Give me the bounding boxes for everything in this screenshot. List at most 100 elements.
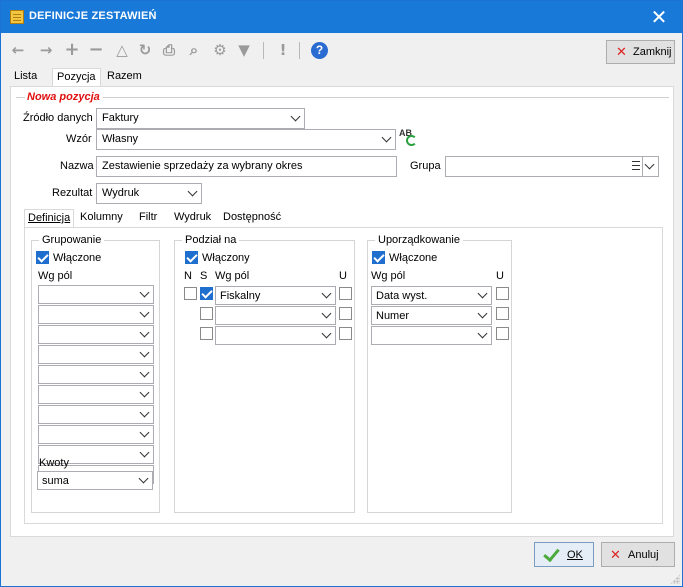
- cancel-button[interactable]: ✕ Anuluj: [601, 542, 675, 567]
- grupowanie-field-select[interactable]: [38, 345, 154, 364]
- chevron-down-icon: [290, 111, 301, 122]
- ok-button[interactable]: OK: [534, 542, 594, 567]
- zrodlo-select[interactable]: Faktury: [96, 108, 305, 129]
- arrow-right-icon[interactable]: →: [37, 42, 55, 58]
- podzial-group: Podział na Włączony N S Wg pól U Fiskaln…: [174, 234, 355, 513]
- section-title: Nowa pozycja: [27, 91, 100, 103]
- filter-icon[interactable]: ▼: [235, 42, 253, 58]
- help-icon[interactable]: ?: [311, 42, 328, 59]
- chevron-down-icon: [139, 307, 150, 318]
- podzial-col-s: S: [200, 270, 208, 282]
- tab-pozycja[interactable]: Pozycja: [52, 68, 101, 87]
- zoom-icon[interactable]: ⌕: [185, 42, 203, 58]
- field-value: Numer: [376, 310, 410, 322]
- podzial-row-s-checkbox[interactable]: [200, 307, 213, 320]
- grupowanie-field-select[interactable]: [38, 365, 154, 384]
- refresh-icon[interactable]: ↻: [136, 42, 154, 58]
- field-value: Fiskalny: [220, 290, 261, 302]
- uporzadkowanie-enabled-checkbox[interactable]: [372, 251, 385, 264]
- chevron-down-icon: [381, 132, 392, 143]
- check-icon: [543, 544, 560, 563]
- podzial-field-select[interactable]: Fiskalny: [215, 286, 336, 305]
- rezultat-select[interactable]: Wydruk: [96, 183, 202, 204]
- print-icon[interactable]: ⎙: [160, 42, 178, 58]
- tab-definicja[interactable]: Definicja: [24, 209, 75, 228]
- podzial-field-select[interactable]: [215, 306, 336, 325]
- wzor-label: Wzór: [66, 133, 92, 145]
- podzial-field-select[interactable]: [215, 326, 336, 345]
- chevron-down-icon: [138, 473, 149, 484]
- grupowanie-field-select[interactable]: [38, 425, 154, 444]
- grupa-select[interactable]: [445, 156, 659, 177]
- field-separator: [642, 157, 643, 176]
- exclamation-icon[interactable]: !: [274, 42, 292, 58]
- tab-razem[interactable]: Razem: [103, 68, 146, 86]
- ok-button-label: OK: [567, 549, 583, 561]
- grupowanie-field-select[interactable]: [38, 405, 154, 424]
- uporzadkowanie-row-u-checkbox[interactable]: [496, 307, 509, 320]
- chevron-down-icon: [139, 447, 150, 458]
- nazwa-input[interactable]: Zestawienie sprzedaży za wybrany okres: [96, 156, 397, 177]
- podzial-row-u-checkbox[interactable]: [339, 327, 352, 340]
- definition-panel: Grupowanie Włączone Wg pól Kwoty suma Po…: [24, 227, 663, 524]
- podzial-row-u-checkbox[interactable]: [339, 287, 352, 300]
- cancel-button-label: Anuluj: [628, 549, 659, 561]
- grupowanie-field-select[interactable]: [38, 305, 154, 324]
- tab-definicja-label: Definicja: [28, 212, 71, 224]
- tab-dostepnosc[interactable]: Dostępność: [220, 209, 284, 227]
- section-divider: [103, 97, 669, 98]
- kwoty-select[interactable]: suma: [37, 471, 153, 490]
- zrodlo-value: Faktury: [102, 112, 139, 124]
- uporzadkowanie-row-u-checkbox[interactable]: [496, 287, 509, 300]
- chevron-down-icon: [477, 308, 488, 319]
- field-value: Data wyst.: [376, 290, 428, 302]
- gears-icon[interactable]: ⚙: [211, 42, 229, 58]
- arrow-left-icon[interactable]: ←: [9, 42, 27, 58]
- tab-kolumny[interactable]: Kolumny: [77, 209, 126, 227]
- grupowanie-field-select[interactable]: [38, 325, 154, 344]
- nazwa-label: Nazwa: [60, 160, 94, 172]
- podzial-row-s-checkbox[interactable]: [200, 327, 213, 340]
- uporzadkowanie-field-select[interactable]: Data wyst.: [371, 286, 492, 305]
- wzor-value: Własny: [102, 133, 139, 145]
- plus-icon[interactable]: +: [63, 41, 81, 59]
- chevron-down-icon[interactable]: [644, 159, 655, 170]
- podzial-row-n-checkbox[interactable]: [184, 287, 197, 300]
- podzial-fields-label: Wg pól: [215, 270, 250, 282]
- close-button-label: Zamknij: [633, 46, 672, 58]
- uporzadkowanie-fields-label: Wg pól: [371, 270, 406, 282]
- grupowanie-field-select[interactable]: [38, 385, 154, 404]
- uporzadkowanie-field-select[interactable]: [371, 326, 492, 345]
- chevron-down-icon: [139, 287, 150, 298]
- chevron-down-icon: [321, 308, 332, 319]
- wzor-select[interactable]: Własny: [96, 129, 396, 150]
- chevron-down-icon: [139, 347, 150, 358]
- window-close-button[interactable]: ✕: [636, 1, 682, 33]
- section-divider: [16, 97, 25, 98]
- toolbar-separator: [299, 42, 300, 59]
- edit-template-icon[interactable]: AB: [399, 129, 417, 146]
- triangle-icon[interactable]: △: [113, 42, 131, 58]
- close-x-icon: ✕: [616, 45, 627, 60]
- resize-grip[interactable]: [670, 574, 680, 584]
- title-bar: DEFINICJE ZESTAWIEŃ ✕: [1, 1, 682, 33]
- list-icon[interactable]: [632, 161, 640, 170]
- tab-wydruk[interactable]: Wydruk: [171, 209, 214, 227]
- chevron-down-icon: [139, 387, 150, 398]
- chevron-down-icon: [139, 407, 150, 418]
- podzial-row-s-checkbox[interactable]: [200, 287, 213, 300]
- uporzadkowanie-enabled-label: Włączone: [389, 252, 438, 264]
- uporzadkowanie-row-u-checkbox[interactable]: [496, 327, 509, 340]
- grupowanie-field-select[interactable]: [38, 285, 154, 304]
- minus-icon[interactable]: −: [87, 41, 105, 59]
- podzial-row-u-checkbox[interactable]: [339, 307, 352, 320]
- tab-lista[interactable]: Lista: [10, 68, 41, 86]
- grupowanie-enabled-checkbox[interactable]: [36, 251, 49, 264]
- podzial-title: Podział na: [182, 234, 240, 246]
- podzial-enabled-checkbox[interactable]: [185, 251, 198, 264]
- uporzadkowanie-field-select[interactable]: Numer: [371, 306, 492, 325]
- uporzadkowanie-group: Uporządkowanie Włączone Wg pól U Data wy…: [367, 234, 512, 513]
- tab-filtr[interactable]: Filtr: [136, 209, 160, 227]
- grupowanie-title: Grupowanie: [39, 234, 105, 246]
- close-button[interactable]: ✕ Zamknij: [606, 40, 675, 64]
